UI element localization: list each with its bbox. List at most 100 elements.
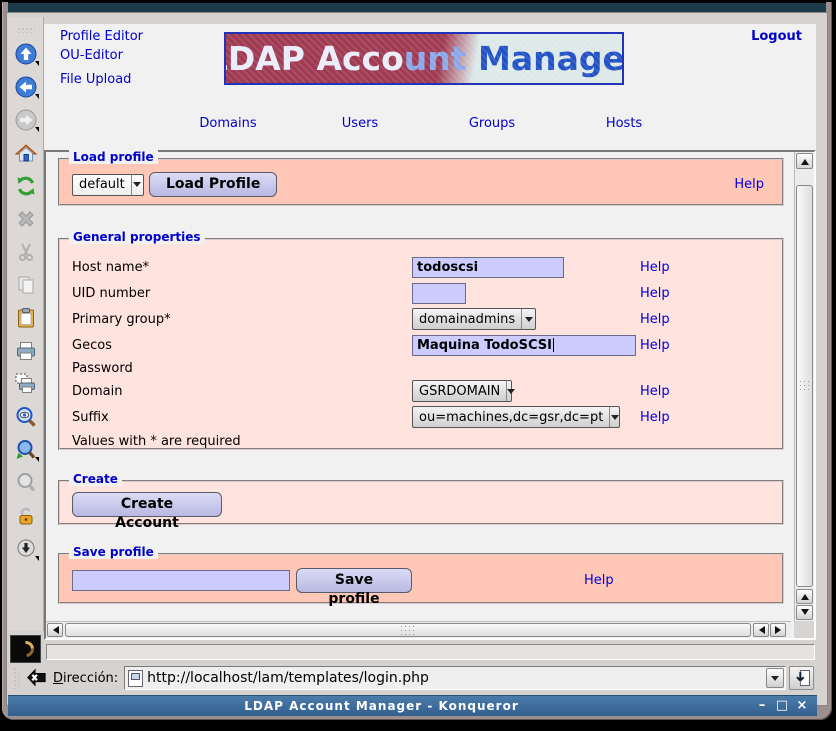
clear-location-button[interactable] (23, 667, 49, 689)
logout-link[interactable]: Logout (751, 29, 802, 44)
banner-text-1: LDAP Acco (224, 39, 404, 78)
copy-icon (14, 273, 38, 297)
up-button[interactable] (12, 39, 40, 68)
window-title: LDAP Account Manager - Konqueror (8, 699, 755, 713)
scroll-up-button-2[interactable] (796, 589, 813, 604)
domain-select-arrow[interactable] (506, 381, 515, 401)
create-account-button[interactable]: Create Account (72, 492, 222, 517)
zoom-out-button[interactable] (12, 468, 40, 497)
url-text[interactable]: http://localhost/lam/templates/login.php (147, 670, 766, 686)
load-profile-button[interactable]: Load Profile (149, 172, 277, 197)
home-button[interactable] (12, 138, 40, 167)
paste-icon (14, 306, 38, 330)
window-controls: – □ × (755, 699, 809, 713)
location-toolbar-grip[interactable] (13, 667, 19, 689)
stop-button[interactable] (12, 204, 40, 233)
domain-select[interactable]: GSRDOMAIN (412, 380, 512, 402)
reload-icon (14, 174, 38, 198)
nav-domains[interactable]: Domains (162, 116, 294, 131)
primary-group-select-arrow[interactable] (521, 309, 535, 329)
location-label: Dirección: (53, 671, 118, 686)
scroll-left-button[interactable] (47, 623, 63, 637)
cut-button[interactable] (12, 237, 40, 266)
copy-button[interactable] (12, 270, 40, 299)
host-name-input[interactable]: todoscsi (412, 257, 564, 278)
password-label: Password (72, 358, 412, 378)
banner-text-2: unt (404, 39, 467, 78)
nav-hosts[interactable]: Hosts (558, 116, 690, 131)
security-button[interactable] (12, 501, 40, 530)
reload-button[interactable] (12, 171, 40, 200)
primary-group-select[interactable]: domainadmins (412, 308, 536, 330)
go-button[interactable] (789, 666, 814, 690)
save-profile-name-input[interactable] (72, 570, 290, 591)
find-icon (14, 405, 38, 429)
zoom-in-button[interactable] (12, 435, 40, 464)
primary-group-label: Primary group* (72, 306, 412, 332)
link-ou-editor[interactable]: OU-Editor (60, 48, 123, 63)
stop-icon (14, 207, 38, 231)
maximize-button[interactable]: □ (775, 699, 789, 713)
zoom-out-icon (14, 471, 38, 495)
find-button[interactable] (12, 402, 40, 431)
down-arrow-button[interactable] (12, 534, 40, 563)
uid-number-input[interactable] (412, 283, 466, 304)
gecos-help-link[interactable]: Help (640, 338, 670, 353)
paste-button[interactable] (12, 303, 40, 332)
url-dropdown-arrow[interactable] (766, 668, 784, 688)
scroll-left-button-2[interactable] (753, 623, 769, 637)
horizontal-scroll-thumb[interactable] (65, 623, 751, 637)
close-button[interactable]: × (795, 699, 809, 713)
vertical-scroll-thumb[interactable] (796, 185, 813, 587)
nav-groups[interactable]: Groups (426, 116, 558, 131)
gecos-input[interactable]: Maquina TodoSCSI (412, 335, 636, 356)
cut-icon (14, 240, 38, 264)
window-chrome: Profile Editor OU-Editor File Upload LDA… (6, 12, 828, 706)
konqueror-window: Profile Editor OU-Editor File Upload LDA… (2, 2, 832, 720)
profile-select[interactable]: default (72, 174, 144, 196)
print-button[interactable] (12, 336, 40, 365)
link-file-upload[interactable]: File Upload (60, 72, 131, 87)
gecos-label: Gecos (72, 332, 412, 358)
lam-banner: LDAP Account Manager (224, 32, 624, 85)
suffix-label: Suffix (72, 404, 412, 430)
general-properties-fieldset: General properties Host name* todoscsi H… (58, 238, 784, 450)
uid-number-label: UID number (72, 280, 412, 306)
scroll-down-button[interactable] (796, 605, 813, 620)
uid-number-help-link[interactable]: Help (640, 286, 670, 301)
save-profile-legend: Save profile (69, 545, 158, 559)
general-properties-legend: General properties (69, 230, 205, 244)
forward-button[interactable] (12, 105, 40, 134)
suffix-select-arrow[interactable] (609, 407, 619, 427)
banner-text-3: Manager (467, 39, 624, 78)
vertical-scrollbar[interactable] (794, 152, 814, 621)
horizontal-scrollbar[interactable] (46, 621, 791, 638)
url-combobox[interactable]: http://localhost/lam/templates/login.php (124, 666, 786, 690)
print-frame-button[interactable] (12, 369, 40, 398)
domain-label: Domain (72, 378, 412, 404)
save-profile-help-link[interactable]: Help (584, 573, 614, 588)
host-name-help-link[interactable]: Help (640, 260, 670, 275)
load-profile-help-link[interactable]: Help (734, 177, 764, 192)
link-profile-editor[interactable]: Profile Editor (60, 29, 143, 44)
primary-group-help-link[interactable]: Help (640, 312, 670, 327)
window-titlebar[interactable]: LDAP Account Manager - Konqueror – □ × (8, 695, 817, 716)
suffix-help-link[interactable]: Help (640, 410, 670, 425)
create-legend: Create (69, 472, 122, 486)
toolbar-grip[interactable] (17, 27, 35, 33)
minimize-button[interactable]: – (755, 699, 769, 713)
back-button[interactable] (12, 72, 40, 101)
lam-content-frame: Load profile default Load Profile Help G… (44, 150, 816, 640)
location-toolbar: Dirección: http://localhost/lam/template… (8, 663, 817, 693)
browser-viewport: Profile Editor OU-Editor File Upload LDA… (44, 24, 816, 640)
text-caret (553, 338, 554, 352)
save-profile-button[interactable]: Save profile (296, 568, 412, 593)
scroll-up-button[interactable] (796, 153, 813, 169)
domain-help-link[interactable]: Help (640, 384, 670, 399)
nav-tabs: Domains Users Groups Hosts (162, 116, 690, 131)
required-note: Values with * are required (60, 430, 782, 449)
nav-users[interactable]: Users (294, 116, 426, 131)
profile-select-arrow[interactable] (131, 175, 143, 195)
suffix-select[interactable]: ou=machines,dc=gsr,dc=pt (412, 406, 620, 428)
scroll-right-button[interactable] (770, 623, 786, 637)
